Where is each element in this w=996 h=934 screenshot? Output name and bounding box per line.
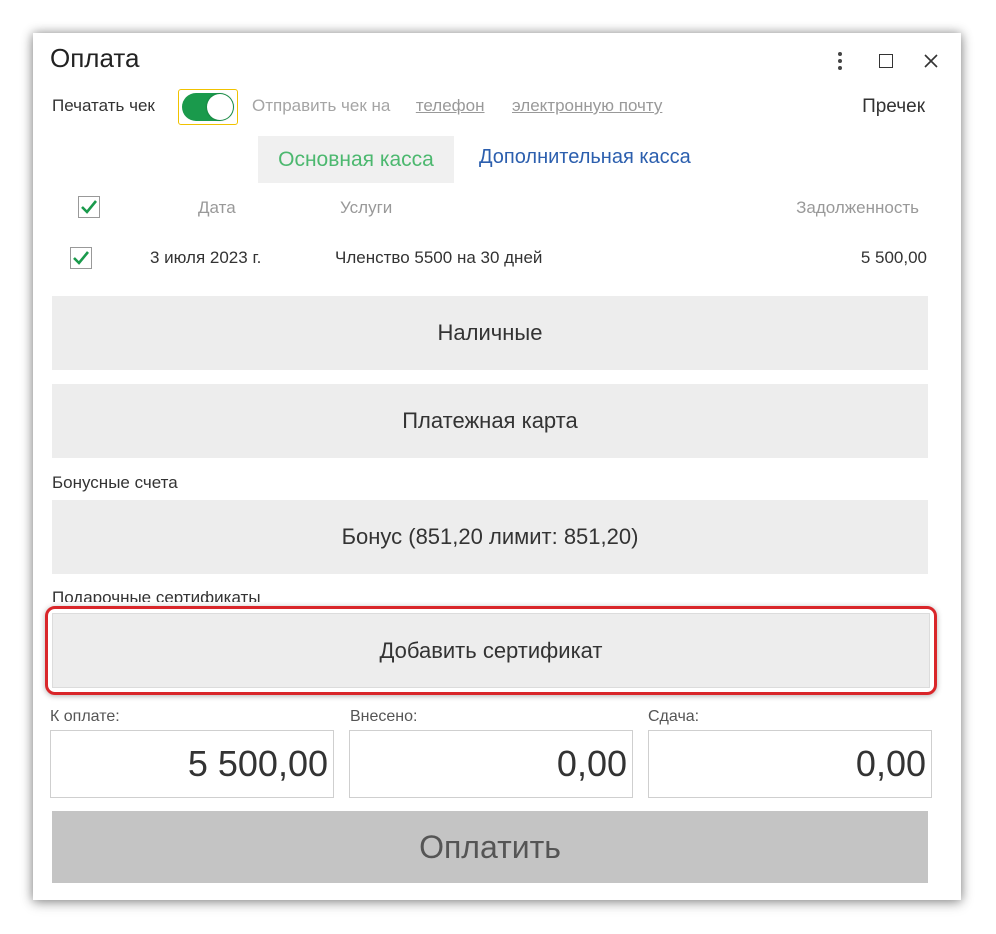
checkmark-icon <box>73 251 90 265</box>
pay-button[interactable]: Оплатить <box>52 811 928 883</box>
precheck-button[interactable]: Пречек <box>862 96 925 118</box>
close-icon[interactable] <box>917 47 945 75</box>
card-button[interactable]: Платежная карта <box>52 384 928 458</box>
add-certificate-highlight: Добавить сертификат <box>45 606 937 695</box>
send-receipt-row: Отправить чек на телефон электронную поч… <box>252 96 662 116</box>
payment-dialog: Оплата Печатать чек Отправить чек на тел… <box>33 33 961 900</box>
select-all-checkbox[interactable] <box>78 196 100 218</box>
maximize-icon[interactable] <box>872 47 900 75</box>
paid-field[interactable]: 0,00 <box>349 730 633 798</box>
column-header-date: Дата <box>198 198 236 217</box>
bonus-button[interactable]: Бонус (851,20 лимит: 851,20) <box>52 500 928 574</box>
to-pay-label: К оплате: <box>50 708 120 725</box>
column-header-services: Услуги <box>340 198 393 217</box>
to-pay-field: 5 500,00 <box>50 730 334 798</box>
bonus-accounts-label: Бонусные счета <box>52 473 178 492</box>
tab-main-cashbox[interactable]: Основная касса <box>258 136 454 183</box>
add-certificate-button[interactable]: Добавить сертификат <box>52 613 930 688</box>
more-options-icon[interactable] <box>826 47 854 75</box>
print-receipt-toggle[interactable] <box>178 89 238 125</box>
change-label: Сдача: <box>648 708 700 725</box>
send-receipt-label: Отправить чек на <box>252 96 391 115</box>
gift-certificates-label: Подарочные сертификаты <box>52 588 261 602</box>
column-header-debt: Задолженность <box>796 198 919 217</box>
row-service: Членство 5500 на 30 дней <box>335 248 543 267</box>
send-email-link[interactable]: электронную почту <box>512 96 662 115</box>
tab-extra-cashbox[interactable]: Дополнительная касса <box>479 146 691 169</box>
print-receipt-label: Печатать чек <box>52 96 155 115</box>
row-debt: 5 500,00 <box>860 248 927 267</box>
cash-button[interactable]: Наличные <box>52 296 928 370</box>
dialog-title: Оплата <box>50 43 140 73</box>
change-field: 0,00 <box>648 730 932 798</box>
paid-label: Внесено: <box>350 708 418 725</box>
row-checkbox[interactable] <box>70 247 92 269</box>
send-phone-link[interactable]: телефон <box>416 96 485 115</box>
checkmark-icon <box>81 200 98 214</box>
row-date: 3 июля 2023 г. <box>150 248 262 267</box>
